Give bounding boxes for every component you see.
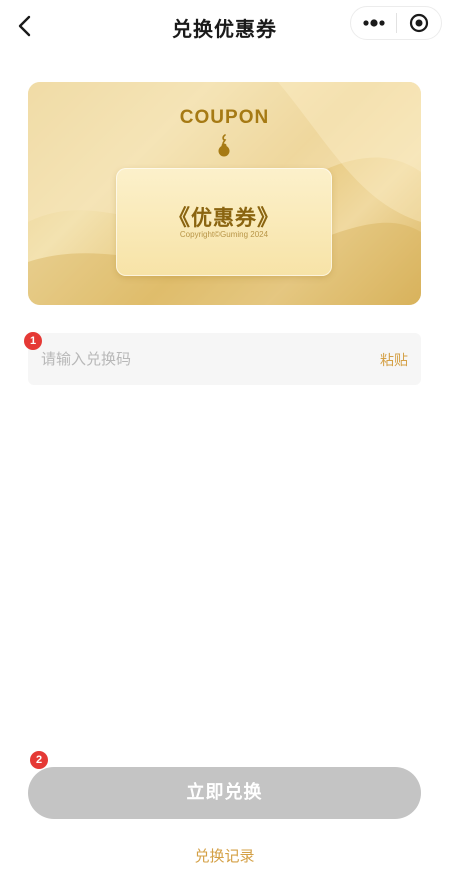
- coupon-banner: COUPON 《优惠券》 Copyright©Guming 2024: [28, 82, 421, 305]
- coupon-title-text: 优惠券: [191, 206, 257, 230]
- redeem-now-button[interactable]: 立即兑换: [28, 767, 421, 819]
- mini-program-capsule: [350, 6, 442, 40]
- paste-button[interactable]: 粘贴: [380, 350, 408, 370]
- close-miniprogram-button[interactable]: [397, 7, 441, 39]
- coupon-heading: COUPON: [179, 107, 270, 128]
- annotation-marker-2: 2: [30, 751, 48, 769]
- redeem-coupon-page: 兑换优惠券 COUPON 《优惠券》 Copyright©Guming 2024…: [0, 0, 449, 876]
- annotation-marker-1: 1: [24, 332, 42, 350]
- more-button[interactable]: [351, 7, 396, 39]
- title-bracket-right: 》: [257, 206, 281, 231]
- coupon-inner-card: 《优惠券》 Copyright©Guming 2024: [116, 168, 332, 276]
- title-bracket-left: 《: [167, 206, 191, 231]
- coupon-inner-title: 《优惠券》: [116, 200, 332, 232]
- redeem-history-link[interactable]: 兑换记录: [0, 845, 449, 866]
- copyright-text: Copyright©Guming 2024: [179, 230, 269, 239]
- redeem-code-field: 粘贴: [28, 333, 421, 385]
- redeem-code-input[interactable]: [41, 333, 361, 385]
- target-circle-icon: [409, 13, 429, 33]
- top-nav-bar: 兑换优惠券: [0, 0, 449, 56]
- gourd-logo-icon: [218, 134, 230, 157]
- more-dots-icon: [362, 19, 385, 27]
